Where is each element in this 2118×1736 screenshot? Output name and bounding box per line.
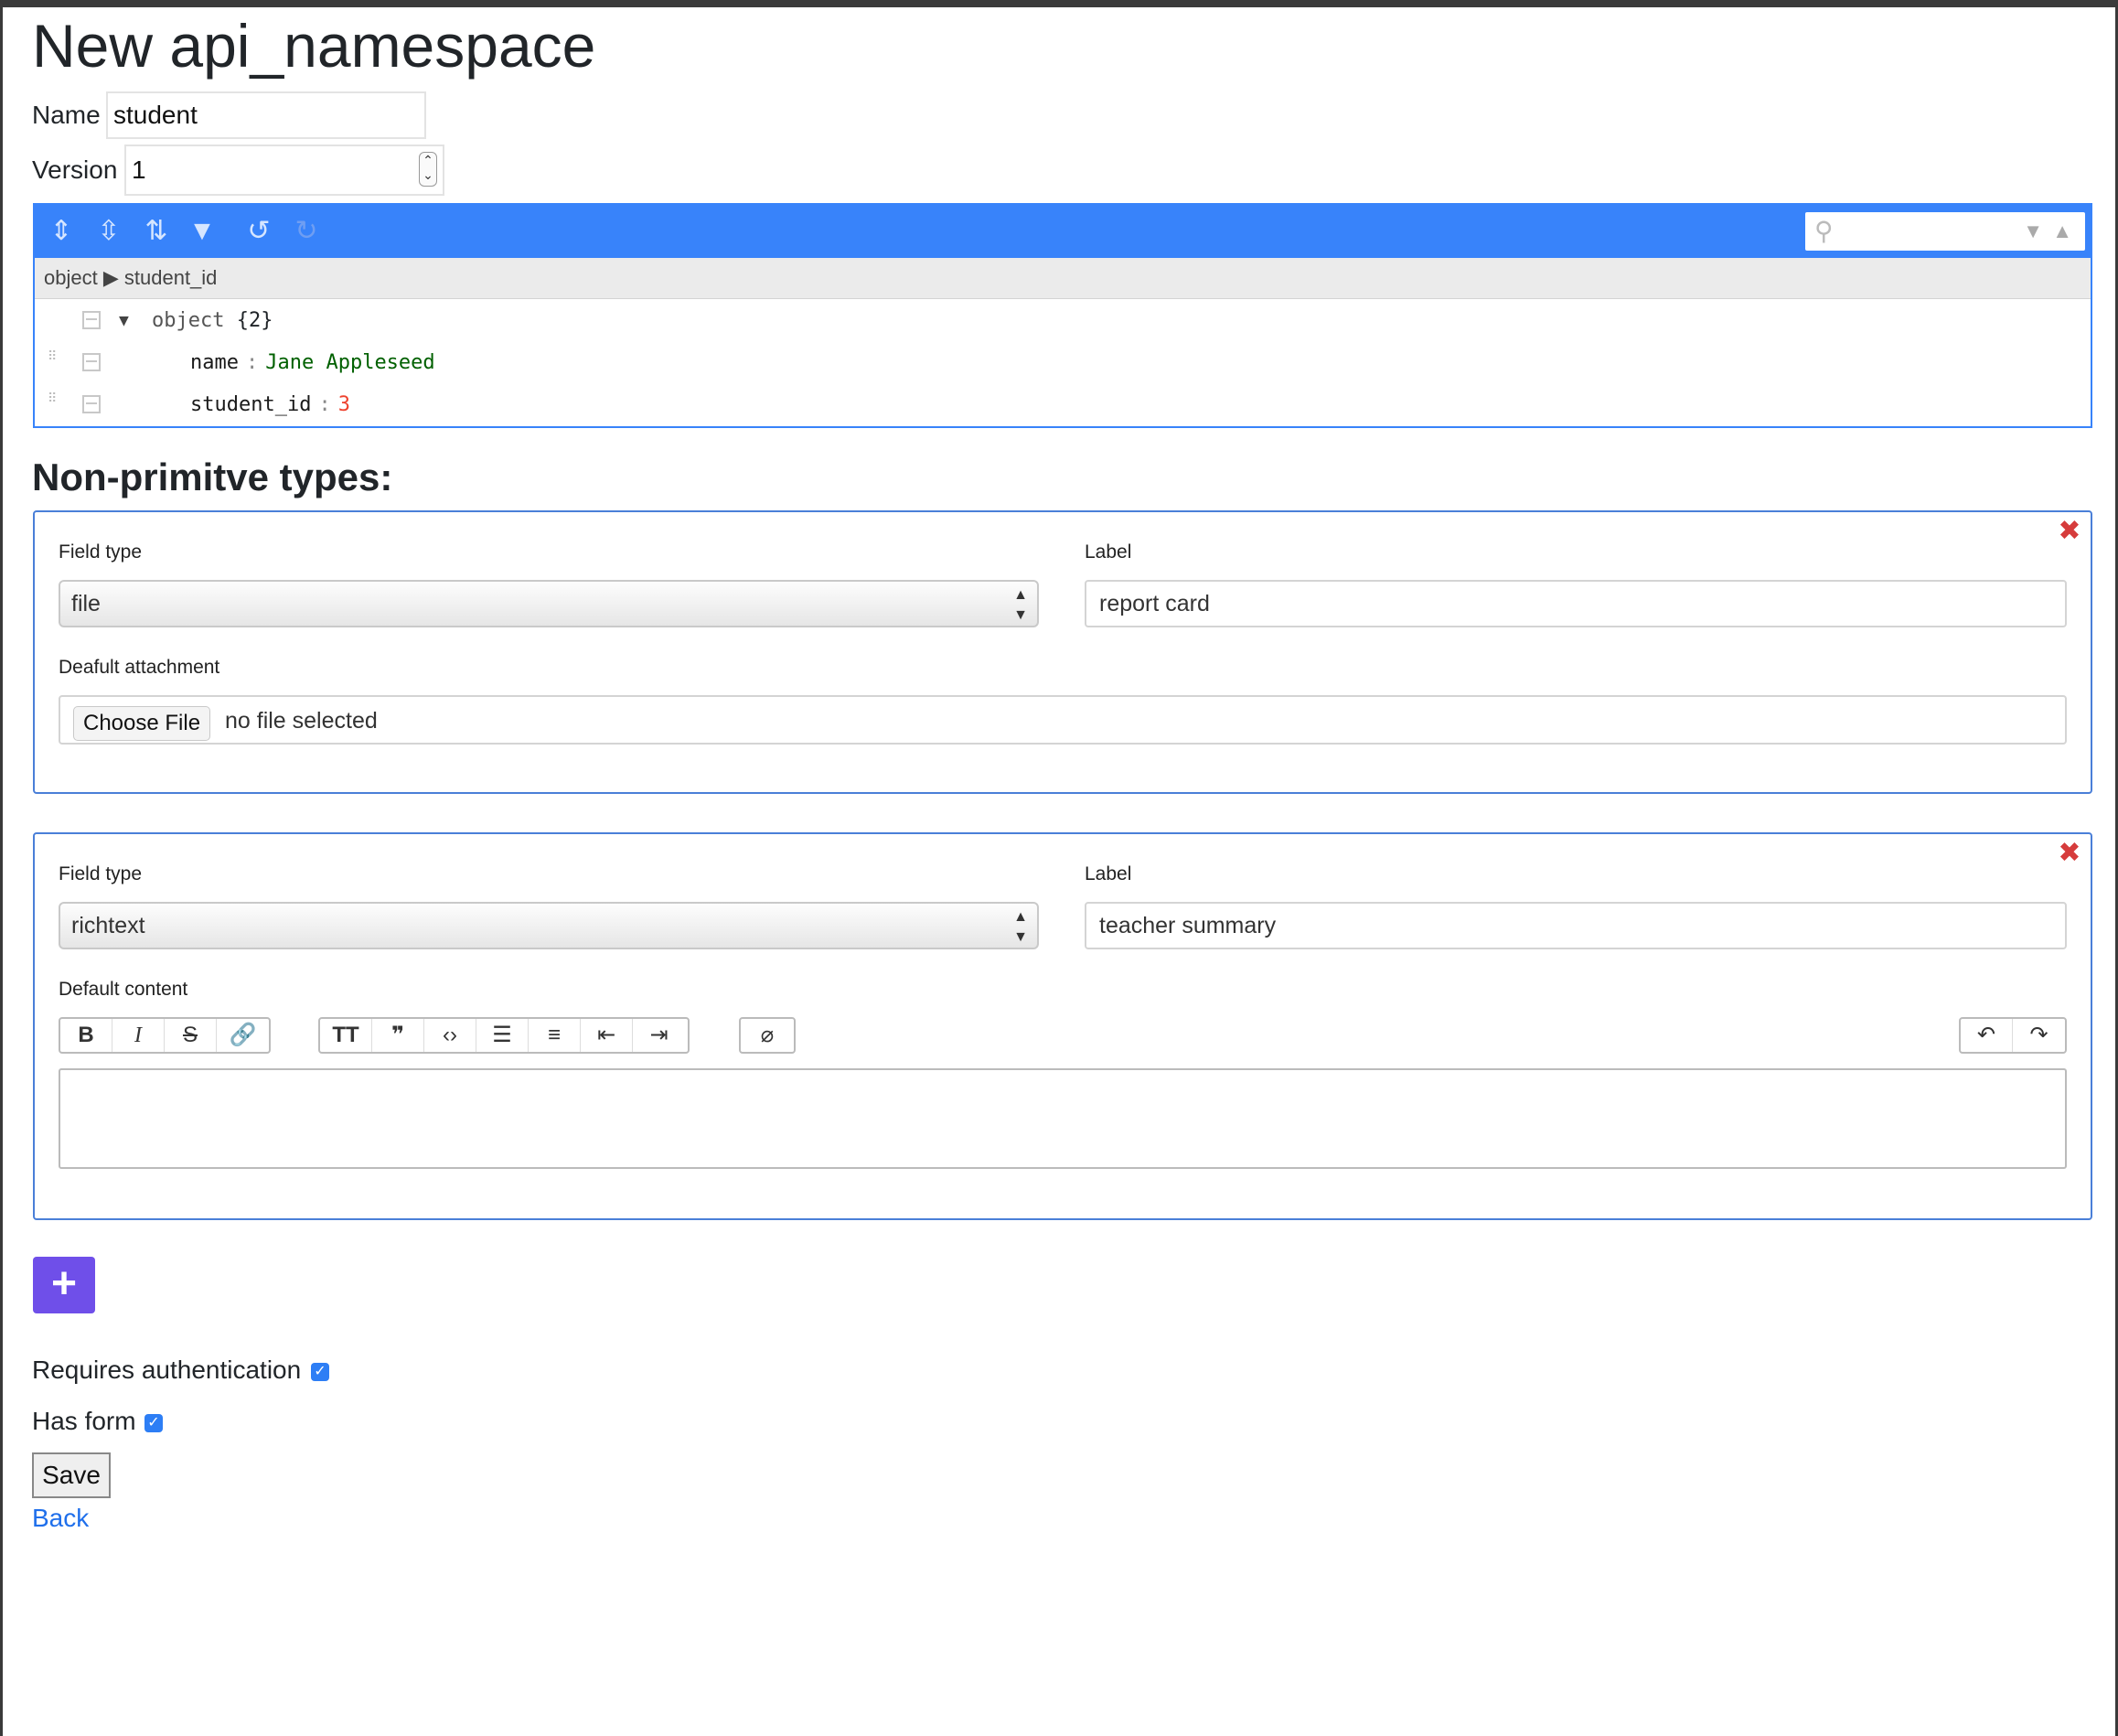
window-left-border: [0, 0, 3, 1736]
text-format-group: B I S 🔗: [59, 1017, 271, 1054]
default-content-label: Default content: [59, 979, 188, 1000]
field-type-label: Field type: [59, 541, 143, 563]
undo-icon[interactable]: ↶: [1961, 1019, 2013, 1052]
number-list-icon[interactable]: ≡: [529, 1019, 581, 1052]
outdent-icon[interactable]: ⇤: [581, 1019, 633, 1052]
context-menu-icon[interactable]: [82, 395, 101, 413]
json-field-key[interactable]: name: [190, 351, 239, 374]
default-attachment-label: Deafult attachment: [59, 657, 220, 678]
label-label: Label: [1085, 541, 1132, 563]
has-form-checkbox[interactable]: ✓: [144, 1414, 163, 1432]
block-format-group: TT ❞ ‹› ☰ ≡ ⇤ ⇥: [318, 1017, 690, 1054]
add-field-button[interactable]: +: [33, 1257, 95, 1313]
back-link[interactable]: Back: [32, 1500, 89, 1537]
expand-all-icon[interactable]: ⇕: [44, 214, 79, 249]
select-arrows-icon: ▲ ▼: [1013, 587, 1028, 623]
requires-auth-label: Requires authentication: [32, 1356, 302, 1384]
has-form-label: Has form: [32, 1407, 136, 1435]
file-input[interactable]: Choose File no file selected: [59, 695, 2067, 745]
file-status-text: no file selected: [225, 708, 378, 734]
name-input[interactable]: [106, 91, 426, 139]
bold-icon[interactable]: B: [60, 1019, 112, 1052]
field-card-richtext: ✖ Field type richtext ▲ ▼ Label teacher s…: [33, 832, 2092, 1220]
breadcrumb-current[interactable]: student_id: [124, 266, 218, 289]
label-input[interactable]: teacher summary: [1085, 902, 2067, 949]
rich-text-editor[interactable]: [59, 1068, 2067, 1169]
search-icon: ⚲: [1814, 217, 1834, 245]
undo-icon[interactable]: ↺: [241, 214, 276, 249]
name-label: Name: [32, 101, 101, 129]
json-editor-menu: ⇕ ⇳ ⇅ ▼ ↺ ↻ ⚲ ▼ ▲: [35, 205, 2091, 258]
context-menu-icon[interactable]: [82, 311, 101, 329]
breadcrumb-separator-icon: ▶: [102, 266, 119, 289]
save-button[interactable]: Save: [32, 1452, 111, 1498]
remove-field-icon[interactable]: ✖: [2058, 840, 2081, 867]
field-card-file: ✖ Field type file ▲ ▼ Label report card D…: [33, 510, 2092, 794]
json-field-row: ⠿ student_id:3: [35, 384, 2091, 426]
version-input[interactable]: 1 ⌃ ⌄: [124, 145, 444, 196]
filter-icon[interactable]: ▼: [185, 214, 219, 249]
collapse-toggle-icon[interactable]: ▼: [119, 300, 129, 342]
code-icon[interactable]: ‹›: [424, 1019, 476, 1052]
italic-icon[interactable]: I: [112, 1019, 165, 1052]
json-field-row: ⠿ name: Jane Appleseed: [35, 342, 2091, 384]
requires-auth-checkbox[interactable]: ✓: [311, 1363, 329, 1381]
json-editor: ⇕ ⇳ ⇅ ▼ ↺ ↻ ⚲ ▼ ▲ object ▶ student_id ▼ …: [33, 203, 2092, 428]
drag-handle-icon[interactable]: ⠿: [48, 392, 59, 417]
search-next-icon[interactable]: ▼: [2023, 220, 2043, 243]
drag-handle-icon[interactable]: ⠿: [48, 350, 59, 375]
json-root-row: ▼ object {2}: [35, 300, 2091, 342]
page-title: New api_namespace: [32, 12, 596, 80]
label-input[interactable]: report card: [1085, 580, 2067, 627]
label-value: teacher summary: [1099, 913, 1277, 938]
version-label: Version: [32, 155, 118, 184]
indent-icon[interactable]: ⇥: [633, 1019, 685, 1052]
field-type-value: file: [71, 591, 101, 616]
select-arrows-icon: ▲ ▼: [1013, 909, 1028, 945]
search-previous-icon[interactable]: ▲: [2052, 220, 2072, 243]
quote-icon[interactable]: ❞: [372, 1019, 424, 1052]
field-type-label: Field type: [59, 863, 143, 884]
label-label: Label: [1085, 863, 1132, 884]
attach-icon[interactable]: ⌀: [741, 1019, 794, 1052]
rich-text-toolbar: B I S 🔗 TT ❞ ‹› ☰ ≡ ⇤ ⇥ ⌀ ↶ ↷: [59, 1017, 2067, 1056]
history-group: ↶ ↷: [1959, 1017, 2067, 1054]
version-spinner[interactable]: ⌃ ⌄: [419, 152, 437, 187]
strike-icon[interactable]: S: [165, 1019, 217, 1052]
collapse-all-icon[interactable]: ⇳: [91, 214, 126, 249]
remove-field-icon[interactable]: ✖: [2058, 518, 2081, 545]
json-field-separator: :: [318, 393, 331, 416]
json-field-key[interactable]: student_id: [190, 393, 311, 416]
heading-icon[interactable]: TT: [320, 1019, 372, 1052]
section-title: Non-primitve types:: [32, 455, 393, 498]
redo-icon[interactable]: ↻: [289, 214, 324, 249]
choose-file-button[interactable]: Choose File: [73, 706, 211, 741]
json-search-box[interactable]: ⚲ ▼ ▲: [1805, 212, 2085, 251]
label-value: report card: [1099, 591, 1210, 616]
breadcrumb-root[interactable]: object: [44, 266, 98, 289]
json-breadcrumb: object ▶ student_id: [35, 258, 2091, 299]
attach-group: ⌀: [739, 1017, 796, 1054]
json-tree: ▼ object {2} ⠿ name: Jane Appleseed ⠿ stu…: [35, 300, 2091, 426]
json-field-value[interactable]: 3: [338, 393, 350, 416]
link-icon[interactable]: 🔗: [217, 1019, 269, 1052]
json-field-separator: :: [245, 351, 259, 374]
sort-icon[interactable]: ⇅: [139, 214, 174, 249]
json-field-value[interactable]: Jane Appleseed: [265, 351, 434, 374]
context-menu-icon[interactable]: [82, 353, 101, 371]
field-type-select[interactable]: richtext ▲ ▼: [59, 902, 1039, 949]
redo-icon[interactable]: ↷: [2013, 1019, 2065, 1052]
json-root-type: object: [152, 309, 225, 332]
json-root-count: {2}: [236, 309, 273, 332]
version-value: 1: [132, 155, 146, 184]
window-top-border: [0, 0, 2118, 7]
field-type-select[interactable]: file ▲ ▼: [59, 580, 1039, 627]
field-type-value: richtext: [71, 913, 145, 938]
bullet-list-icon[interactable]: ☰: [476, 1019, 529, 1052]
